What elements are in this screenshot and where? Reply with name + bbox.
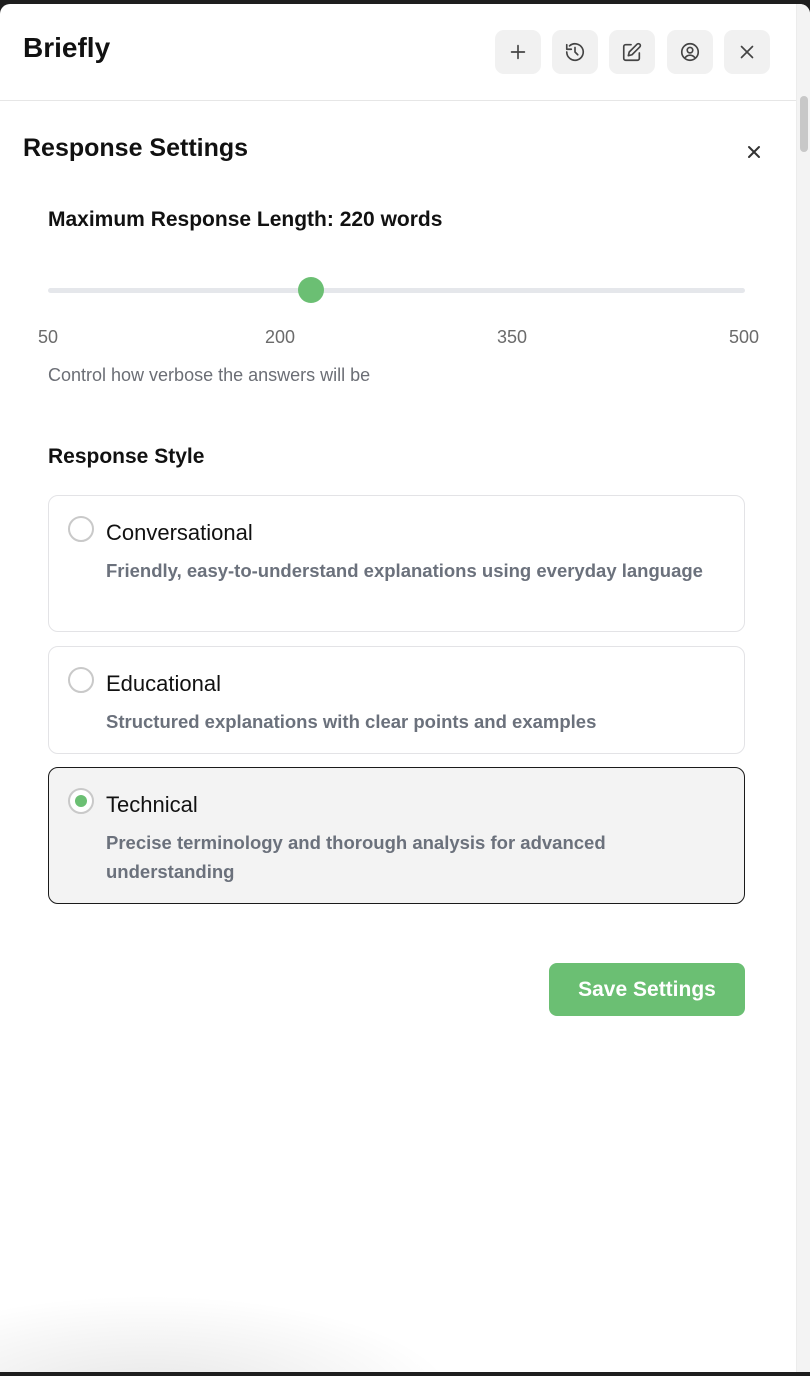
app-window: Briefly Response Settings Maximum Respon… [0, 4, 810, 1372]
response-length-slider-track[interactable] [48, 288, 745, 293]
style-option-technical[interactable]: Technical Precise terminology and thorou… [48, 767, 745, 904]
slider-tick-label: 200 [264, 327, 296, 347]
response-length-slider-thumb[interactable] [298, 277, 325, 303]
slider-tick-label: 500 [728, 327, 760, 347]
option-title: Technical [106, 792, 198, 817]
plus-icon [510, 44, 526, 60]
option-description: Structured explanations with clear point… [106, 711, 597, 732]
option-description: Precise terminology and thorough analysi… [106, 832, 606, 882]
slider-tick-label: 350 [496, 327, 528, 347]
app-title: Briefly [23, 32, 111, 63]
style-option-educational[interactable]: Educational Structured explanations with… [48, 646, 745, 754]
radio-button-checked[interactable] [68, 788, 94, 814]
radio-button[interactable] [68, 516, 94, 542]
close-icon [748, 146, 760, 158]
response-length-helper: Control how verbose the answers will be [48, 365, 371, 385]
settings-title: Response Settings [23, 134, 249, 162]
option-title: Conversational [106, 520, 253, 545]
response-style-label: Response Style [48, 445, 205, 468]
close-icon [740, 45, 754, 59]
save-settings-button[interactable]: Save Settings [549, 963, 745, 1016]
radio-button[interactable] [68, 667, 94, 693]
new-button[interactable] [495, 30, 541, 74]
close-window-button[interactable] [724, 30, 770, 74]
app-header: Briefly [0, 4, 796, 101]
account-button[interactable] [667, 30, 713, 74]
scrollbar-thumb[interactable] [800, 96, 808, 152]
option-description: Friendly, easy-to-understand explanation… [106, 560, 703, 581]
slider-tick-label: 50 [37, 327, 59, 347]
user-circle-icon [680, 42, 700, 62]
scrollbar[interactable] [796, 4, 810, 1372]
history-button[interactable] [552, 30, 598, 74]
response-length-label: Maximum Response Length: 220 words [48, 208, 443, 231]
option-title: Educational [106, 671, 221, 696]
edit-icon [622, 42, 642, 62]
edit-button[interactable] [609, 30, 655, 74]
decorative-shadow [0, 1294, 460, 1372]
history-icon [565, 43, 585, 62]
style-option-conversational[interactable]: Conversational Friendly, easy-to-underst… [48, 495, 745, 632]
radio-dot [75, 795, 87, 807]
settings-close-button[interactable] [738, 136, 770, 168]
